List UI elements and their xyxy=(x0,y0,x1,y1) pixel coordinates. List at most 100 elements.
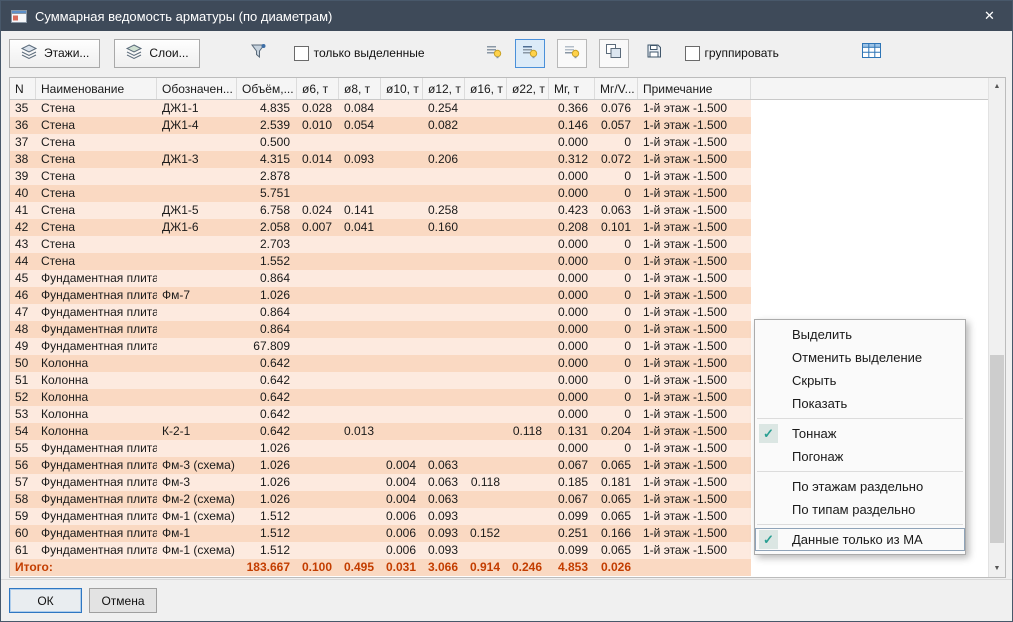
scroll-down-button[interactable]: ▼ xyxy=(989,560,1005,577)
table-cell: Фм-3 xyxy=(157,474,237,491)
table-cell xyxy=(423,440,465,457)
column-header[interactable]: ø22, т xyxy=(507,78,549,99)
table-row[interactable]: 50Колонна0.6420.00001-й этаж -1.500 xyxy=(10,355,751,372)
export-table-button[interactable] xyxy=(857,39,887,68)
table-cell: 0 xyxy=(595,168,638,185)
column-header[interactable]: ø10, т xyxy=(381,78,423,99)
table-row[interactable]: 41СтенаДЖ1-56.7580.0240.1410.2580.4230.0… xyxy=(10,202,751,219)
column-header[interactable]: Обозначен... xyxy=(157,78,237,99)
menu-item-label: Выделить xyxy=(792,327,852,342)
table-cell xyxy=(507,287,549,304)
table-row[interactable]: 49Фундаментная плита67.8090.00001-й этаж… xyxy=(10,338,751,355)
table-row[interactable]: 54КолоннаК-2-10.6420.0130.1180.1310.2041… xyxy=(10,423,751,440)
table-row[interactable]: 38СтенаДЖ1-34.3150.0140.0930.2060.3120.0… xyxy=(10,151,751,168)
table-cell xyxy=(381,389,423,406)
table-cell: 0 xyxy=(595,185,638,202)
ok-button[interactable]: ОК xyxy=(9,588,82,613)
column-header[interactable]: Примечание xyxy=(638,78,751,99)
table-cell: 0.000 xyxy=(549,304,595,321)
vertical-scrollbar[interactable]: ▲ ▼ xyxy=(988,78,1005,577)
column-header[interactable]: N xyxy=(10,78,36,99)
menu-item[interactable]: Скрыть xyxy=(755,369,965,392)
column-header[interactable]: ø8, т xyxy=(339,78,381,99)
table-cell: 1.512 xyxy=(237,542,297,559)
column-header[interactable]: Мг, т xyxy=(549,78,595,99)
table-row[interactable]: 40Стена5.7510.00001-й этаж -1.500 xyxy=(10,185,751,202)
table-row[interactable]: 58Фундаментная плитаФм-2 (схема)1.0260.0… xyxy=(10,491,751,508)
table-row[interactable]: 46Фундаментная плитаФм-71.0260.00001-й э… xyxy=(10,287,751,304)
table-cell: 0.093 xyxy=(423,525,465,542)
table-row[interactable]: 48Фундаментная плита0.8640.00001-й этаж … xyxy=(10,321,751,338)
table-row[interactable]: 39Стена2.8780.00001-й этаж -1.500 xyxy=(10,168,751,185)
table-row[interactable]: 61Фундаментная плитаФм-1 (схема)1.5120.0… xyxy=(10,542,751,559)
table-grid-icon xyxy=(862,43,881,63)
table-cell: 0.141 xyxy=(339,202,381,219)
table-cell xyxy=(465,457,507,474)
table-cell: 0 xyxy=(595,440,638,457)
table-cell: 59 xyxy=(10,508,36,525)
menu-item[interactable]: По этажам раздельно xyxy=(755,475,965,498)
total-label: Итого: xyxy=(10,559,237,576)
table-row[interactable]: 51Колонна0.6420.00001-й этаж -1.500 xyxy=(10,372,751,389)
menu-item[interactable]: ✓Данные только из МА xyxy=(755,528,965,551)
column-header[interactable]: ø12, т xyxy=(423,78,465,99)
table-cell: 4.835 xyxy=(237,100,297,117)
cancel-button[interactable]: Отмена xyxy=(89,588,157,613)
menu-item[interactable]: Отменить выделение xyxy=(755,346,965,369)
column-header[interactable]: ø16, т xyxy=(465,78,507,99)
table-row[interactable]: 56Фундаментная плитаФм-3 (схема)1.0260.0… xyxy=(10,457,751,474)
menu-item[interactable]: ✓Тоннаж xyxy=(755,422,965,445)
table-cell: 55 xyxy=(10,440,36,457)
visibility-filter-button-2[interactable] xyxy=(515,39,545,68)
table-cell xyxy=(423,355,465,372)
visibility-filter-button-1[interactable] xyxy=(479,39,509,68)
view-mode-button[interactable] xyxy=(599,39,629,68)
column-header[interactable]: Мг/V... xyxy=(595,78,638,99)
table-cell xyxy=(297,304,339,321)
table-row[interactable]: 42СтенаДЖ1-62.0580.0070.0410.1600.2080.1… xyxy=(10,219,751,236)
table-row[interactable]: 47Фундаментная плита0.8640.00001-й этаж … xyxy=(10,304,751,321)
scrollbar-thumb[interactable] xyxy=(990,355,1004,543)
table-cell xyxy=(465,219,507,236)
table-cell: Фундаментная плита xyxy=(36,287,157,304)
filter-button[interactable] xyxy=(244,39,274,68)
table-row[interactable]: 44Стена1.5520.00001-й этаж -1.500 xyxy=(10,253,751,270)
column-header[interactable]: Наименование xyxy=(36,78,157,99)
visibility-filter-button-3[interactable] xyxy=(557,39,587,68)
table-row[interactable]: 53Колонна0.6420.00001-й этаж -1.500 xyxy=(10,406,751,423)
only-selected-checkbox[interactable] xyxy=(294,46,309,61)
menu-item[interactable]: По типам раздельно xyxy=(755,498,965,521)
table-row[interactable]: 43Стена2.7030.00001-й этаж -1.500 xyxy=(10,236,751,253)
table-row[interactable]: 57Фундаментная плитаФм-31.0260.0040.0630… xyxy=(10,474,751,491)
menu-item[interactable]: Выделить xyxy=(755,323,965,346)
close-button[interactable]: ✕ xyxy=(967,1,1012,31)
column-header[interactable]: Объём,... xyxy=(237,78,297,99)
group-checkbox[interactable] xyxy=(685,46,700,61)
scroll-up-button[interactable]: ▲ xyxy=(989,78,1005,95)
table-row[interactable]: 37Стена0.5000.00001-й этаж -1.500 xyxy=(10,134,751,151)
table-cell xyxy=(381,338,423,355)
table-cell: 0.152 xyxy=(465,525,507,542)
table-row[interactable]: 52Колонна0.6420.00001-й этаж -1.500 xyxy=(10,389,751,406)
table-cell xyxy=(423,168,465,185)
table-row[interactable]: 36СтенаДЖ1-42.5390.0100.0540.0820.1460.0… xyxy=(10,117,751,134)
total-cell: 0.026 xyxy=(595,559,638,576)
table-row[interactable]: 60Фундаментная плитаФм-11.5120.0060.0930… xyxy=(10,525,751,542)
table-row[interactable]: 45Фундаментная плита0.8640.00001-й этаж … xyxy=(10,270,751,287)
table-cell: 1-й этаж -1.500 xyxy=(638,219,751,236)
table-cell xyxy=(381,287,423,304)
column-header[interactable]: ø6, т xyxy=(297,78,339,99)
table-cell: 0.000 xyxy=(549,236,595,253)
table-cell: 0.082 xyxy=(423,117,465,134)
table-cell xyxy=(507,508,549,525)
menu-item[interactable]: Показать xyxy=(755,392,965,415)
save-button[interactable] xyxy=(639,39,669,68)
table-row[interactable]: 59Фундаментная плитаФм-1 (схема)1.5120.0… xyxy=(10,508,751,525)
table-cell: Фм-1 xyxy=(157,525,237,542)
table-row[interactable]: 35СтенаДЖ1-14.8350.0280.0840.2540.3660.0… xyxy=(10,100,751,117)
menu-item[interactable]: Погонаж xyxy=(755,445,965,468)
table-cell xyxy=(339,542,381,559)
floors-button[interactable]: Этажи... xyxy=(9,39,100,68)
table-row[interactable]: 55Фундаментная плита1.0260.00001-й этаж … xyxy=(10,440,751,457)
layers-button[interactable]: Слои... xyxy=(114,39,199,68)
